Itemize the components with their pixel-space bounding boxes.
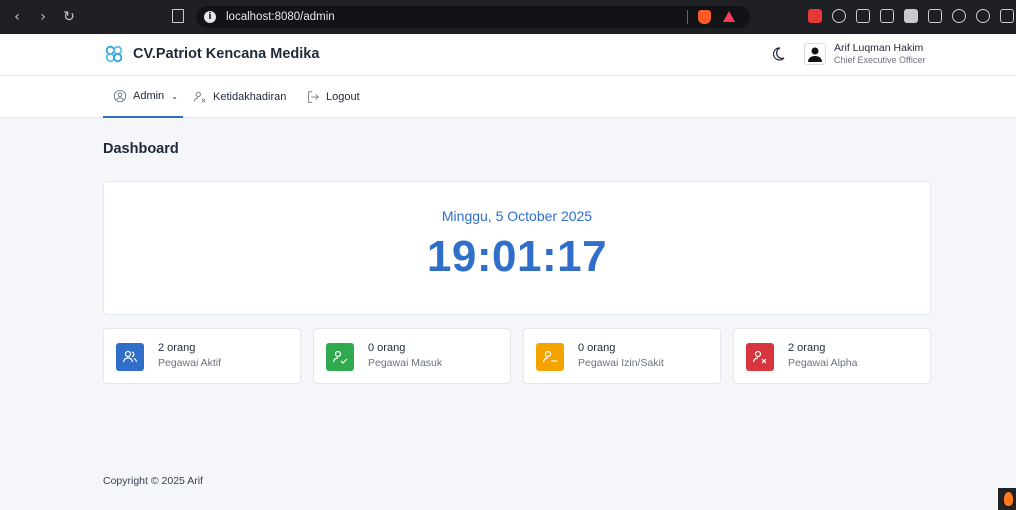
- stat-label: Pegawai Alpha: [788, 357, 858, 369]
- menu-item-logout[interactable]: Logout: [306, 76, 360, 118]
- brand-logo-icon: [105, 45, 123, 63]
- brave-shield-icon[interactable]: [698, 10, 711, 24]
- user-name: Arif Luqman Hakim: [834, 42, 924, 54]
- menu-icon[interactable]: [1000, 9, 1014, 23]
- stat-count: 0 orang: [368, 342, 406, 354]
- current-time: 19:01:17: [426, 232, 608, 281]
- avatar: [804, 43, 826, 65]
- sidebar-icon[interactable]: [904, 9, 918, 23]
- user-check-icon: [332, 350, 348, 364]
- wallet-icon[interactable]: [928, 9, 942, 23]
- menu-item-label: Ketidakhadiran: [213, 91, 287, 103]
- back-icon[interactable]: ‹: [10, 9, 24, 25]
- stat-icon-box: [116, 343, 144, 371]
- puzzle-icon[interactable]: [832, 9, 846, 23]
- stat-count: 2 orang: [158, 342, 196, 354]
- forward-icon[interactable]: ›: [36, 9, 50, 25]
- stat-card-pegawai-masuk: 0 orang Pegawai Masuk: [313, 328, 511, 384]
- moon-icon[interactable]: [770, 46, 786, 62]
- stat-icon-box: [536, 343, 564, 371]
- stat-icon-box: [326, 343, 354, 371]
- users-icon: [122, 350, 138, 363]
- stat-label: Pegawai Aktif: [158, 357, 222, 369]
- browser-toolbar: ‹ › ↻ i localhost:8080/admin: [0, 0, 1016, 34]
- download-icon[interactable]: [880, 9, 894, 23]
- brand[interactable]: CV.Patriot Kencana Medika: [103, 43, 319, 65]
- menu-item-admin[interactable]: Admin ⌄: [103, 76, 183, 118]
- extension-icon[interactable]: [808, 9, 822, 23]
- menu-item-label: Logout: [326, 91, 360, 103]
- page-title: Dashboard: [103, 141, 179, 157]
- browser-nav: ‹ › ↻: [0, 9, 76, 25]
- reload-icon[interactable]: ↻: [62, 9, 76, 25]
- app-header: CV.Patriot Kencana Medika Arif Luqman Ha…: [0, 34, 1016, 76]
- vpn-icon[interactable]: [976, 9, 990, 23]
- stat-card-pegawai-alpha: 2 orang Pegawai Alpha: [733, 328, 931, 384]
- url-text[interactable]: localhost:8080/admin: [226, 11, 335, 23]
- chevron-down-icon: ⌄: [171, 91, 178, 101]
- stat-card-pegawai-izin-sakit: 0 orang Pegawai Izin/Sakit: [523, 328, 721, 384]
- user-avatar-icon: [808, 47, 822, 62]
- user-profile[interactable]: Arif Luqman Hakim Chief Executive Office…: [804, 42, 925, 66]
- stat-label: Pegawai Masuk: [368, 357, 443, 369]
- footer-copyright: Copyright © 2025 Arif: [103, 475, 203, 487]
- address-bar[interactable]: i localhost:8080/admin: [196, 6, 750, 28]
- menu-item-label: Admin: [133, 90, 165, 102]
- user-circle-icon: [113, 89, 127, 103]
- user-x-icon: [193, 91, 206, 103]
- extension-bar: [808, 9, 1014, 23]
- user-role: Chief Executive Officer: [834, 55, 926, 65]
- devtools-badge-icon[interactable]: [998, 488, 1016, 510]
- stat-label: Pegawai Izin/Sakit: [578, 357, 664, 369]
- stat-count: 0 orang: [578, 342, 616, 354]
- user-x-icon: [752, 350, 767, 364]
- stat-card-pegawai-aktif: 2 orang Pegawai Aktif: [103, 328, 301, 384]
- logout-icon: [308, 91, 319, 103]
- site-info-icon[interactable]: i: [204, 11, 216, 23]
- url-separator: [687, 10, 688, 24]
- brave-rewards-icon[interactable]: [723, 11, 735, 22]
- stat-count: 2 orang: [788, 342, 826, 354]
- main-menu: Admin ⌄ Ketidakhadiran Logout: [0, 76, 1016, 118]
- brand-name: CV.Patriot Kencana Medika: [133, 46, 320, 62]
- stat-icon-box: [746, 343, 774, 371]
- user-info: Arif Luqman Hakim Chief Executive Office…: [834, 42, 925, 66]
- user-minus-icon: [542, 350, 557, 363]
- current-date: Minggu, 5 October 2025: [441, 208, 593, 224]
- sparkle-icon[interactable]: [952, 9, 966, 23]
- menu-item-ketidakhadiran[interactable]: Ketidakhadiran: [193, 76, 286, 118]
- clock-card: Minggu, 5 October 2025 19:01:17: [103, 181, 931, 315]
- screenshot-icon[interactable]: [856, 9, 870, 23]
- bookmark-icon[interactable]: [172, 9, 184, 23]
